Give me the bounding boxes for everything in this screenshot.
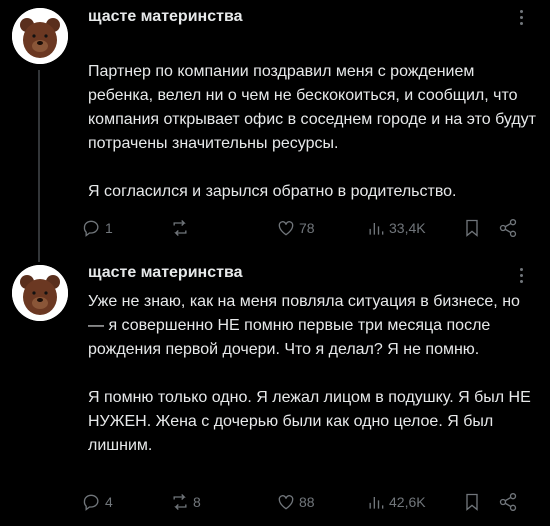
- post-text: Уже не знаю, как на меня повляла ситуаци…: [88, 290, 538, 458]
- heart-icon: [278, 495, 294, 510]
- action-bar: 1 78 33,4K: [82, 216, 532, 240]
- reply-bubble-icon: [83, 494, 99, 511]
- more-dots-icon[interactable]: [520, 10, 526, 28]
- post-paragraph: Уже не знаю, как на меня повляла ситуаци…: [88, 293, 520, 358]
- views-count: 42,6K: [389, 494, 426, 510]
- action-bar: 4 8 88 42,6K: [82, 490, 532, 514]
- views-button[interactable]: 42,6K: [366, 490, 426, 514]
- author-name[interactable]: щасте материнства: [88, 264, 242, 282]
- views-count: 33,4K: [389, 220, 426, 236]
- bookmark-button[interactable]: [462, 490, 482, 514]
- like-count: 88: [299, 494, 315, 510]
- post[interactable]: щасте материнства Уже не знаю, как на ме…: [0, 262, 550, 526]
- heart-icon: [278, 221, 294, 236]
- bookmark-icon: [466, 219, 478, 237]
- share-icon: [499, 219, 517, 237]
- bookmark-button[interactable]: [462, 216, 482, 240]
- bear-avatar[interactable]: [12, 265, 68, 321]
- reply-button[interactable]: 4: [82, 490, 113, 514]
- repost-arrows-icon: [173, 494, 187, 510]
- views-bars-icon: [369, 497, 384, 509]
- post[interactable]: щасте материнства Партнер по компании по…: [0, 0, 550, 262]
- repost-arrows-icon: [173, 220, 187, 236]
- thread-line: [38, 70, 40, 262]
- like-button[interactable]: 78: [276, 216, 315, 240]
- repost-count: 8: [193, 494, 201, 510]
- reply-button[interactable]: 1: [82, 216, 113, 240]
- bookmark-icon: [466, 493, 478, 511]
- author-name[interactable]: щасте материнства: [88, 8, 242, 26]
- reply-bubble-icon: [83, 220, 99, 237]
- share-button[interactable]: [498, 216, 518, 240]
- post-paragraph: Я помню только одно. Я лежал лицом в под…: [88, 389, 531, 454]
- share-button[interactable]: [498, 490, 518, 514]
- like-button[interactable]: 88: [276, 490, 315, 514]
- repost-button[interactable]: 8: [170, 490, 201, 514]
- bear-avatar[interactable]: [12, 8, 68, 64]
- views-bars-icon: [369, 223, 384, 235]
- views-button[interactable]: 33,4K: [366, 216, 426, 240]
- post-paragraph: Я согласился и зарылся обратно в родител…: [88, 183, 457, 200]
- more-dots-icon[interactable]: [520, 268, 526, 286]
- post-text: Партнер по компании поздравил меня с рож…: [88, 60, 538, 204]
- reply-count: 4: [105, 494, 113, 510]
- like-count: 78: [299, 220, 315, 236]
- post-paragraph: Партнер по компании поздравил меня с рож…: [88, 63, 537, 152]
- bear-icon: [12, 265, 68, 321]
- repost-button[interactable]: [170, 216, 193, 240]
- reply-count: 1: [105, 220, 113, 236]
- share-icon: [499, 493, 517, 511]
- bear-icon: [12, 8, 68, 64]
